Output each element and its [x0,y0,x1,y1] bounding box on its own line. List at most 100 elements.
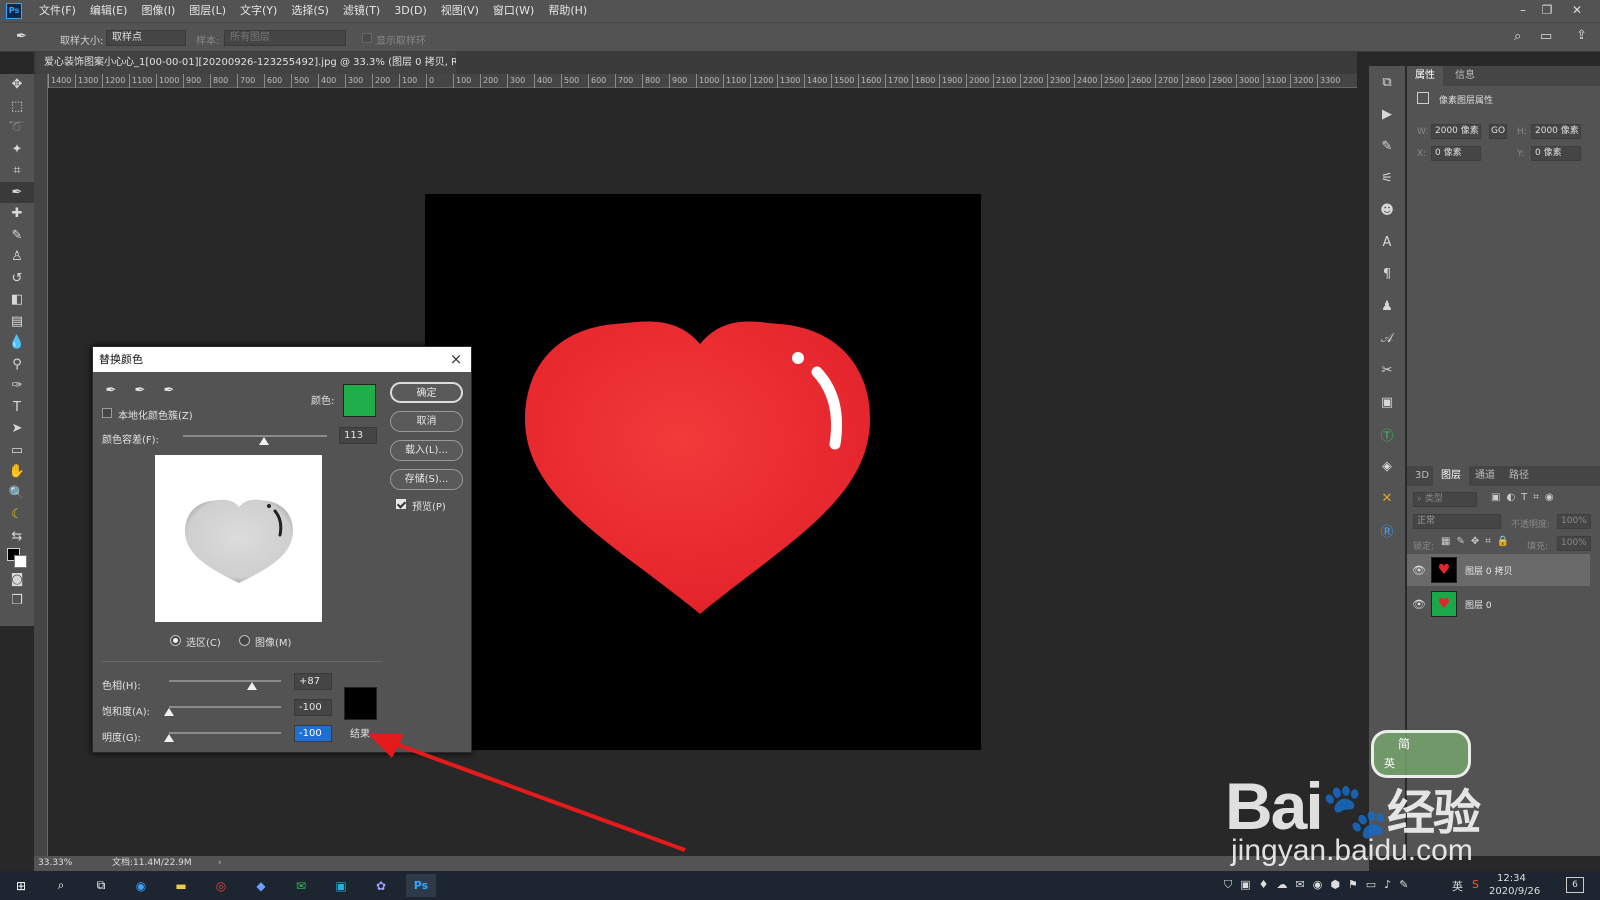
paragraph-icon[interactable]: ¶ [1369,258,1405,290]
blend-mode-select[interactable]: 正常 [1413,514,1501,529]
lightness-slider-thumb[interactable] [164,734,174,742]
search-icon[interactable]: ⌕ [1514,29,1521,44]
character-icon[interactable]: A [1369,226,1405,258]
eyedropper-icon[interactable]: ✒ [0,181,34,203]
close-icon[interactable]: × [447,347,465,372]
tab-properties[interactable]: 属性 [1407,66,1443,86]
menu-file[interactable]: 文件(F) [32,0,83,22]
screen-mode-icon[interactable]: ❒ [0,590,34,612]
file-explorer-icon[interactable]: ▬ [166,874,196,897]
wechat-icon[interactable]: ✉ [286,874,316,897]
menu-select[interactable]: 选择(S) [284,0,336,22]
fuzziness-slider-thumb[interactable] [258,437,269,445]
menu-view[interactable]: 视图(V) [434,0,486,22]
eyedropper-tool-icon[interactable]: ✒ [16,29,38,47]
user-icon[interactable]: ☻ [1369,194,1405,226]
minimize-icon[interactable]: – [1512,0,1534,22]
ok-button[interactable]: 确定 [390,382,463,403]
brush-settings-icon[interactable]: ✎ [1369,130,1405,162]
history-icon[interactable]: ⧉ [1369,66,1405,98]
layer-filter-icons[interactable]: ▣◐T⌗◉ [1491,492,1560,503]
lasso-tool-icon[interactable]: ➰ [0,117,34,139]
magic-wand-icon[interactable]: ✦ [0,139,34,161]
app-icon[interactable]: ▣ [326,874,356,897]
history-brush-icon[interactable]: ↺ [0,268,34,290]
workspace-icon[interactable]: ▭ [1540,29,1552,44]
menu-3d[interactable]: 3D(D) [387,0,434,22]
fuzziness-slider[interactable] [183,435,327,437]
type-tool-icon[interactable]: T [0,397,34,419]
document-image[interactable] [425,194,981,750]
chrome-icon[interactable]: ◎ [206,874,236,897]
layer-row[interactable]: 👁 ♥ 图层 0 拷贝 [1407,554,1590,586]
app-icon[interactable]: ◆ [246,874,276,897]
saturation-slider-thumb[interactable] [164,708,174,716]
system-tray-icons[interactable]: ⛉▣♦☁✉◉⬢⚑▭♪✎ [1224,878,1416,892]
share-icon[interactable]: ⇪ [1576,28,1587,43]
lightness-slider[interactable] [169,732,281,734]
tab-layers[interactable]: 图层 [1433,466,1469,486]
link-dimensions-button[interactable]: GO [1489,124,1507,139]
cancel-button[interactable]: 取消 [390,411,463,432]
eraser-tool-icon[interactable]: ◧ [0,289,34,311]
move-tool-icon[interactable]: ✥ [0,74,34,96]
crop-tool-icon[interactable]: ⌗ [0,160,34,182]
save-button[interactable]: 存储(S)... [390,469,463,490]
y-field[interactable]: 0 像素 [1531,146,1581,161]
height-field[interactable]: 2000 像素 [1531,124,1581,139]
marquee-tool-icon[interactable]: ⬚ [0,96,34,118]
zoom-tool-icon[interactable]: 🔍 [0,483,34,505]
path-select-icon[interactable]: ➤ [0,418,34,440]
dodge-tool-icon[interactable]: ⚲ [0,354,34,376]
lock-icons[interactable]: ▦✎✥⌗🔒 [1441,536,1515,547]
saturation-input[interactable]: -100 [294,699,332,716]
menu-layer[interactable]: 图层(L) [182,0,233,22]
image-radio[interactable] [239,635,250,646]
plugin-diamond-icon[interactable]: ◈ [1369,450,1405,482]
clock-time[interactable]: 12:34 [1497,873,1526,884]
hue-slider[interactable] [169,680,281,682]
stamp-tool-icon[interactable]: ♙ [0,246,34,268]
eyedropper-plus-icon[interactable]: ✒ [130,383,150,403]
zoom-level[interactable]: 33.33% [38,856,72,871]
lightness-input[interactable]: -100 [294,725,332,742]
tab-channels[interactable]: 通道 [1467,466,1503,486]
hue-slider-thumb[interactable] [246,682,257,690]
load-button[interactable]: 载入(L)... [390,440,463,461]
tab-paths[interactable]: 路径 [1501,466,1537,486]
saturation-slider[interactable] [169,706,281,708]
search-icon[interactable]: ⌕ [46,874,76,897]
menu-type[interactable]: 文字(Y) [233,0,284,22]
plugin-r-icon[interactable]: Ⓡ [1369,514,1405,546]
opacity-field[interactable]: 100% [1557,514,1591,529]
preview-checkbox[interactable] [396,499,406,509]
notification-icon[interactable]: 6 [1566,877,1584,893]
hand-tool-icon[interactable]: ✋ [0,461,34,483]
visibility-eye-icon[interactable]: 👁 [1407,564,1431,577]
color-swatches-icon[interactable] [0,547,34,569]
menu-edit[interactable]: 编辑(E) [83,0,135,22]
hue-input[interactable]: +87 [294,673,332,690]
close-icon[interactable]: ✕ [1566,0,1588,22]
app-icon[interactable]: ✿ [366,874,396,897]
ime-logo-icon[interactable]: S [1472,878,1479,891]
play-action-icon[interactable]: ▶ [1369,98,1405,130]
restore-icon[interactable]: ❐ [1536,0,1558,22]
visibility-eye-icon[interactable]: 👁 [1407,598,1431,611]
ime-indicator[interactable]: 英 [1452,878,1463,894]
eyedropper-icon[interactable]: ✒ [101,383,121,403]
color-swatch[interactable] [343,384,376,417]
plugin-cross-icon[interactable]: ✕ [1369,482,1405,514]
menu-filter[interactable]: 滤镜(T) [336,0,387,22]
adjustments-icon[interactable]: ⚟ [1369,162,1405,194]
clone-source-icon[interactable]: ♟ [1369,290,1405,322]
fill-field[interactable]: 100% [1557,536,1591,551]
brush-tool-icon[interactable]: ✎ [0,225,34,247]
layer-row[interactable]: 👁 ♥ 图层 0 [1407,588,1590,620]
swap-colors-icon[interactable]: ⇆ [0,526,34,548]
scissors-icon[interactable]: ✂ [1369,354,1405,386]
library-icon[interactable]: ▣ [1369,386,1405,418]
width-field[interactable]: 2000 像素 [1431,124,1481,139]
fuzziness-input[interactable]: 113 [339,427,377,444]
browser-icon[interactable]: ◉ [126,874,156,897]
